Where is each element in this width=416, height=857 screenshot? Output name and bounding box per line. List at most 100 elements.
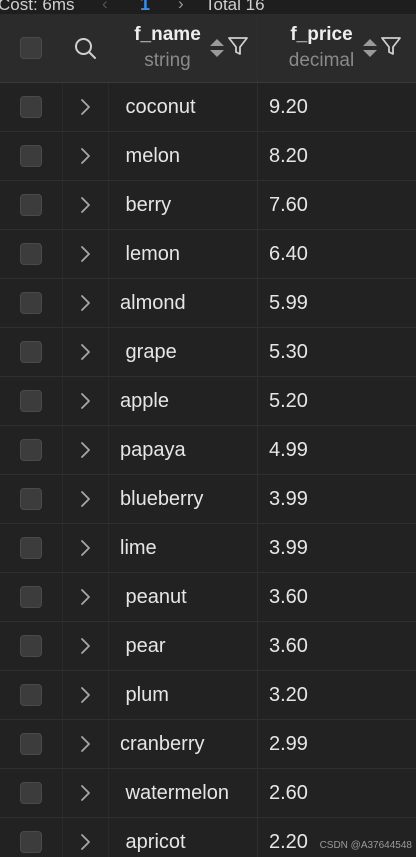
cell-f-name[interactable]: blueberry bbox=[108, 475, 258, 523]
table-row[interactable]: almond 5.99 bbox=[0, 279, 416, 328]
name-value: plum bbox=[120, 683, 169, 706]
row-checkbox[interactable] bbox=[20, 635, 42, 657]
chevron-right-icon[interactable] bbox=[79, 294, 91, 312]
table-row[interactable]: papaya 4.99 bbox=[0, 426, 416, 475]
table-row[interactable]: berry 7.60 bbox=[0, 181, 416, 230]
chevron-right-icon[interactable] bbox=[79, 245, 91, 263]
cell-f-name[interactable]: watermelon bbox=[108, 769, 258, 817]
cell-f-price[interactable]: 8.20 bbox=[257, 132, 416, 180]
cell-f-price[interactable]: 3.60 bbox=[257, 573, 416, 621]
table-row[interactable]: apple 5.20 bbox=[0, 377, 416, 426]
cell-f-name[interactable]: peanut bbox=[108, 573, 258, 621]
cell-f-name[interactable]: coconut bbox=[108, 83, 258, 131]
chevron-right-icon[interactable] bbox=[79, 637, 91, 655]
cell-f-name[interactable]: lemon bbox=[108, 230, 258, 278]
table-row[interactable]: lemon 6.40 bbox=[0, 230, 416, 279]
cell-f-price[interactable]: 7.60 bbox=[257, 181, 416, 229]
header-f-name[interactable]: f_name string bbox=[108, 14, 258, 82]
cell-f-name[interactable]: berry bbox=[108, 181, 258, 229]
cell-f-price[interactable]: 3.60 bbox=[257, 622, 416, 670]
row-checkbox[interactable] bbox=[20, 684, 42, 706]
cell-f-price[interactable]: 5.20 bbox=[257, 377, 416, 425]
next-page-button[interactable]: › bbox=[178, 0, 184, 14]
select-all-checkbox[interactable] bbox=[20, 37, 42, 59]
cell-f-price[interactable]: 2.60 bbox=[257, 769, 416, 817]
cell-f-price[interactable]: 2.20 bbox=[257, 818, 416, 857]
table-row[interactable]: plum 3.20 bbox=[0, 671, 416, 720]
row-checkbox[interactable] bbox=[20, 292, 42, 314]
row-checkbox[interactable] bbox=[20, 733, 42, 755]
prev-page-button[interactable]: ‹ bbox=[102, 0, 108, 14]
table-row[interactable]: watermelon 2.60 bbox=[0, 769, 416, 818]
row-checkbox[interactable] bbox=[20, 194, 42, 216]
row-checkbox[interactable] bbox=[20, 782, 42, 804]
table-row[interactable]: cranberry 2.99 bbox=[0, 720, 416, 769]
chevron-right-icon[interactable] bbox=[79, 98, 91, 116]
row-checkbox[interactable] bbox=[20, 831, 42, 853]
search-icon[interactable] bbox=[73, 36, 97, 60]
table-row[interactable]: apricot 2.20 bbox=[0, 818, 416, 857]
chevron-right-icon[interactable] bbox=[79, 392, 91, 410]
cell-f-price[interactable]: 3.99 bbox=[257, 475, 416, 523]
chevron-right-icon[interactable] bbox=[79, 784, 91, 802]
cell-f-price[interactable]: 3.20 bbox=[257, 671, 416, 719]
current-page[interactable]: 1 bbox=[140, 0, 150, 14]
chevron-right-icon[interactable] bbox=[79, 490, 91, 508]
cell-f-name[interactable]: apple bbox=[108, 377, 258, 425]
row-checkbox[interactable] bbox=[20, 96, 42, 118]
name-value: papaya bbox=[120, 438, 186, 461]
cell-f-price[interactable]: 9.20 bbox=[257, 83, 416, 131]
filter-icon[interactable] bbox=[380, 35, 402, 62]
table-row[interactable]: coconut 9.20 bbox=[0, 83, 416, 132]
row-checkbox[interactable] bbox=[20, 145, 42, 167]
table-row[interactable]: melon 8.20 bbox=[0, 132, 416, 181]
table-row[interactable]: peanut 3.60 bbox=[0, 573, 416, 622]
cell-f-name[interactable]: grape bbox=[108, 328, 258, 376]
chevron-right-icon[interactable] bbox=[79, 343, 91, 361]
row-select-cell bbox=[0, 181, 63, 229]
row-checkbox[interactable] bbox=[20, 537, 42, 559]
cell-f-price[interactable]: 3.99 bbox=[257, 524, 416, 572]
row-checkbox[interactable] bbox=[20, 341, 42, 363]
header-f-price[interactable]: f_price decimal bbox=[257, 14, 416, 82]
cell-f-name[interactable]: cranberry bbox=[108, 720, 258, 768]
chevron-right-icon[interactable] bbox=[79, 686, 91, 704]
table-row[interactable]: grape 5.30 bbox=[0, 328, 416, 377]
cell-f-name[interactable]: melon bbox=[108, 132, 258, 180]
row-checkbox[interactable] bbox=[20, 488, 42, 510]
chevron-right-icon[interactable] bbox=[79, 539, 91, 557]
sort-icon[interactable] bbox=[362, 36, 378, 60]
cell-f-price[interactable]: 5.30 bbox=[257, 328, 416, 376]
chevron-right-icon[interactable] bbox=[79, 735, 91, 753]
sort-icon[interactable] bbox=[209, 36, 225, 60]
chevron-right-icon[interactable] bbox=[79, 147, 91, 165]
chevron-right-icon[interactable] bbox=[79, 588, 91, 606]
row-expand-cell bbox=[62, 181, 109, 229]
table-row[interactable]: lime 3.99 bbox=[0, 524, 416, 573]
filter-icon[interactable] bbox=[227, 35, 249, 62]
cell-f-price[interactable]: 2.99 bbox=[257, 720, 416, 768]
price-value: 9.20 bbox=[269, 95, 308, 118]
cell-f-name[interactable]: pear bbox=[108, 622, 258, 670]
chevron-right-icon[interactable] bbox=[79, 441, 91, 459]
cell-f-name[interactable]: apricot bbox=[108, 818, 258, 857]
header-select-all bbox=[0, 14, 63, 82]
column-name: f_price bbox=[290, 23, 353, 45]
cell-f-name[interactable]: lime bbox=[108, 524, 258, 572]
row-checkbox[interactable] bbox=[20, 390, 42, 412]
row-checkbox[interactable] bbox=[20, 439, 42, 461]
cell-f-price[interactable]: 5.99 bbox=[257, 279, 416, 327]
table-row[interactable]: blueberry 3.99 bbox=[0, 475, 416, 524]
cell-f-name[interactable]: plum bbox=[108, 671, 258, 719]
chevron-right-icon[interactable] bbox=[79, 833, 91, 851]
chevron-right-icon[interactable] bbox=[79, 196, 91, 214]
row-checkbox[interactable] bbox=[20, 586, 42, 608]
price-value: 7.60 bbox=[269, 193, 308, 216]
cell-f-price[interactable]: 4.99 bbox=[257, 426, 416, 474]
cell-f-price[interactable]: 6.40 bbox=[257, 230, 416, 278]
row-expand-cell bbox=[62, 230, 109, 278]
table-row[interactable]: pear 3.60 bbox=[0, 622, 416, 671]
cell-f-name[interactable]: almond bbox=[108, 279, 258, 327]
row-checkbox[interactable] bbox=[20, 243, 42, 265]
cell-f-name[interactable]: papaya bbox=[108, 426, 258, 474]
